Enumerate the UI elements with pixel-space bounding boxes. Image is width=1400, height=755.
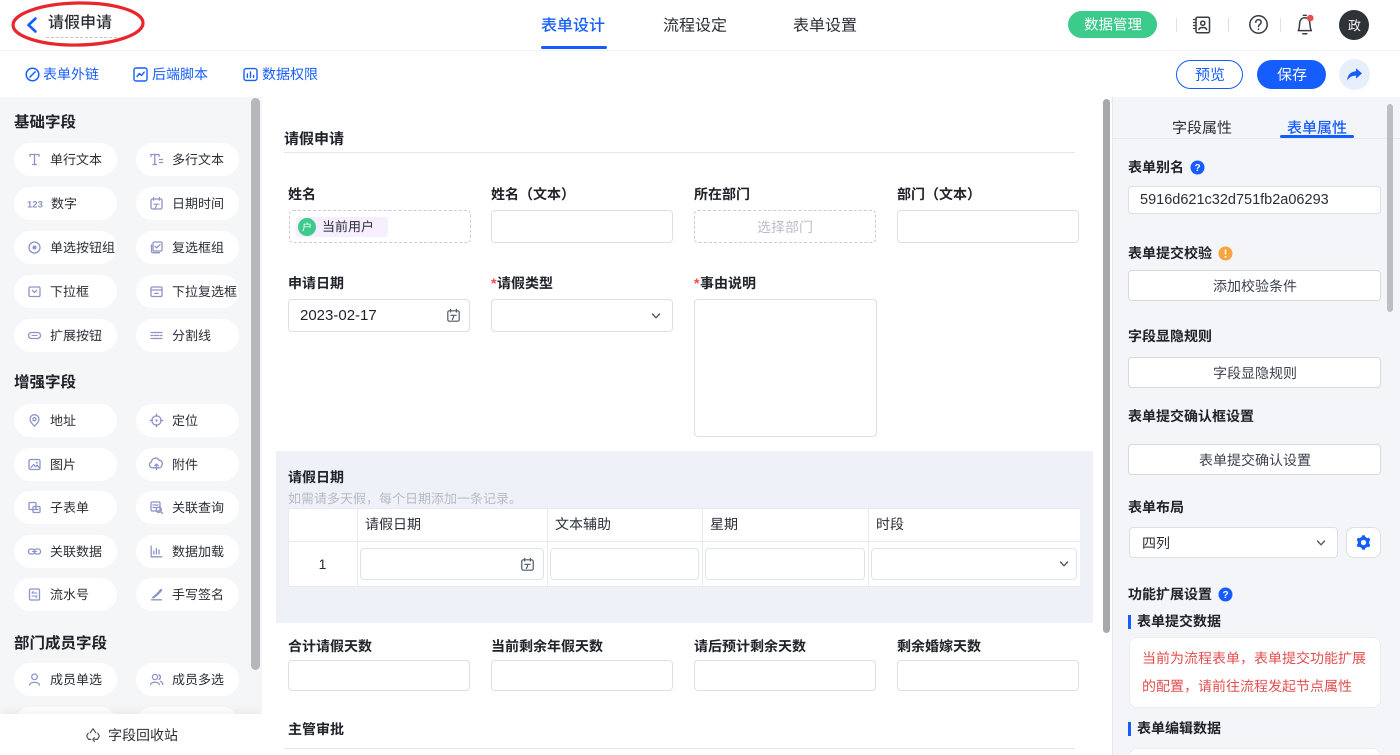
svg-text:123: 123	[27, 200, 43, 211]
svg-text:?: ?	[1194, 163, 1200, 174]
svg-text:?: ?	[1222, 590, 1228, 601]
